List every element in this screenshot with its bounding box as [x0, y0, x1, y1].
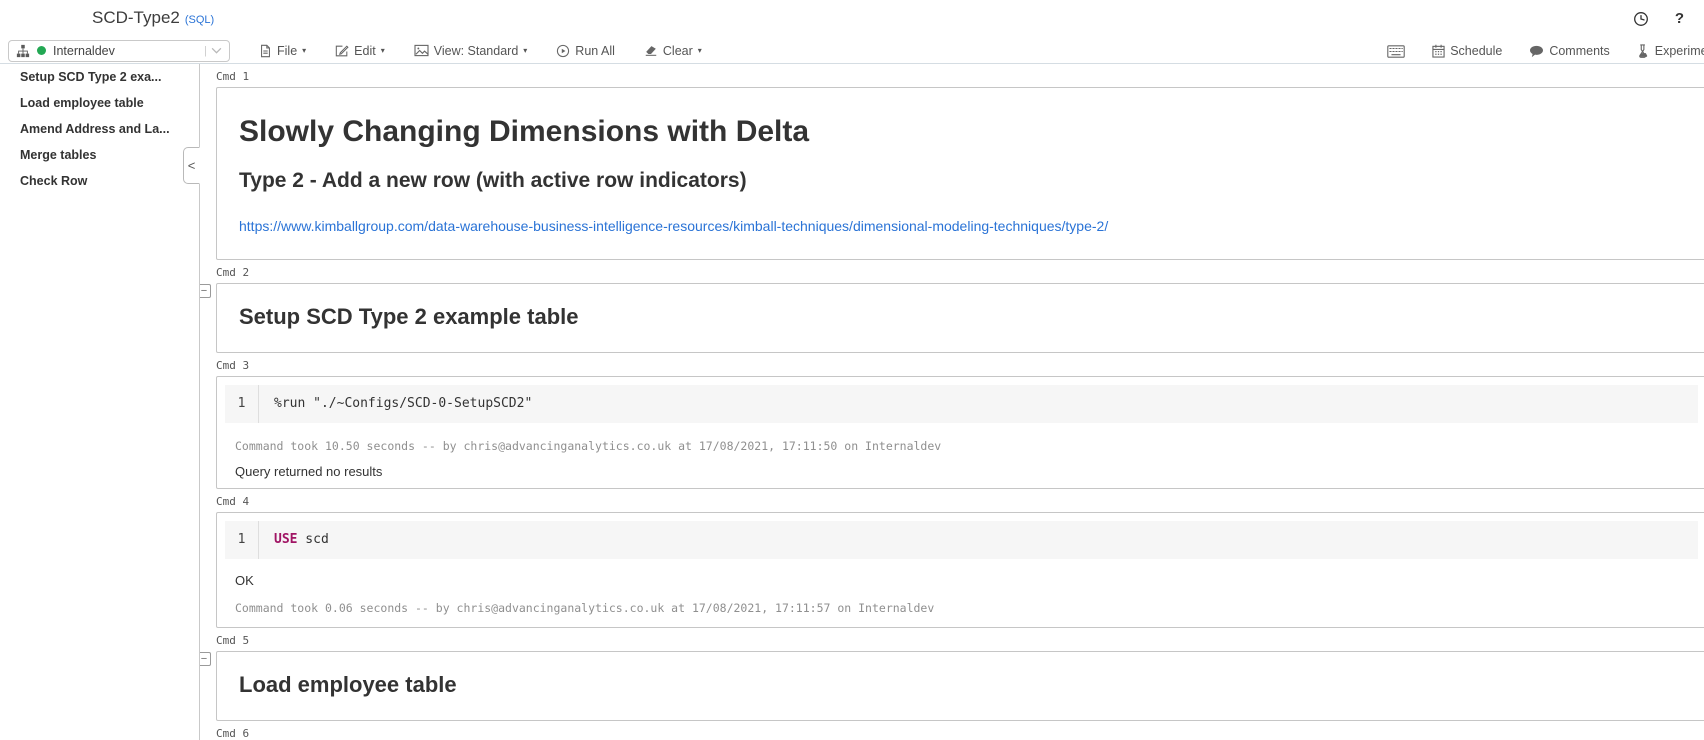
experiment-button[interactable]: Experiment — [1637, 44, 1704, 58]
view-icon — [414, 44, 429, 57]
collapse-section-icon[interactable]: − — [200, 652, 211, 666]
experiment-label: Experiment — [1654, 44, 1704, 58]
markdown-cell-1[interactable]: Slowly Changing Dimensions with Delta Ty… — [216, 87, 1704, 260]
code-editor[interactable]: 1 USE scd — [225, 521, 1698, 559]
clock-icon[interactable] — [1633, 11, 1649, 27]
toc-item-load-employee[interactable]: Load employee table — [0, 90, 199, 116]
toc-item-setup-scd[interactable]: Setup SCD Type 2 exa... — [0, 64, 199, 90]
cluster-selector[interactable]: Internaldev | — [8, 39, 230, 62]
view-menu-label: View: Standard — [433, 43, 519, 58]
md-section-heading: Setup SCD Type 2 example table — [239, 304, 579, 329]
cluster-dropdown-caret[interactable]: | — [204, 45, 222, 57]
view-menu[interactable]: View: Standard ▾ — [414, 43, 528, 58]
markdown-cell-2[interactable]: − Setup SCD Type 2 example table — [200, 283, 1704, 353]
schedule-button[interactable]: Schedule — [1432, 44, 1502, 58]
run-all-label: Run All — [575, 43, 615, 58]
edit-menu[interactable]: Edit ▾ — [335, 44, 385, 58]
cmd-label-2: Cmd 2 — [216, 266, 250, 279]
clear-menu-label: Clear — [662, 43, 693, 58]
code-cell-3[interactable]: 1 %run "./~Configs/SCD-0-SetupSCD2" Comm… — [216, 376, 1704, 489]
cluster-name: Internaldev — [53, 43, 115, 58]
notebook-title[interactable]: SCD-Type2 — [92, 8, 180, 27]
cmd-label-4: Cmd 4 — [216, 495, 250, 508]
keyboard-shortcuts-icon[interactable] — [1387, 44, 1405, 58]
md-heading-1: Slowly Changing Dimensions with Delta — [239, 115, 810, 148]
markdown-cell-5[interactable]: − Load employee table — [200, 651, 1704, 721]
chevron-down-icon: ▾ — [302, 46, 307, 55]
clear-menu[interactable]: Clear ▾ — [644, 44, 702, 58]
experiment-flask-icon — [1637, 44, 1650, 58]
command-result: OK — [235, 573, 254, 588]
edit-icon — [335, 44, 349, 58]
toc-sidebar: Setup SCD Type 2 exa... Load employee ta… — [0, 64, 200, 740]
comments-button[interactable]: Comments — [1529, 44, 1610, 58]
schedule-label: Schedule — [1450, 44, 1503, 58]
kimballgroup-link[interactable]: https://www.kimballgroup.com/data-wareho… — [239, 218, 1688, 235]
notebook-language-badge: (SQL) — [184, 14, 215, 26]
file-menu-label: File — [277, 43, 298, 58]
collapse-section-icon[interactable]: − — [200, 284, 211, 298]
toc-item-check-row[interactable]: Check Row — [0, 168, 199, 194]
chevron-left-icon: < — [187, 158, 196, 173]
notebook-toolbar: Internaldev | File ▾ Edit ▾ View: Standa… — [0, 38, 1704, 64]
notebook-body: Cmd 1 Slowly Changing Dimensions with De… — [200, 64, 1704, 740]
line-number: 1 — [225, 385, 259, 423]
line-number: 1 — [225, 521, 259, 559]
edit-menu-label: Edit — [354, 43, 376, 58]
help-icon[interactable]: ? — [1675, 10, 1684, 27]
toc-item-merge-tables[interactable]: Merge tables — [0, 142, 199, 168]
cmd-label-3: Cmd 3 — [216, 359, 250, 372]
cluster-icon — [16, 44, 30, 58]
run-all-icon — [556, 44, 570, 58]
code-text[interactable]: %run "./~Configs/SCD-0-SetupSCD2" — [259, 385, 532, 423]
toc-item-amend-address[interactable]: Amend Address and La... — [0, 116, 199, 142]
cmd-label-6: Cmd 6 — [216, 727, 250, 740]
clear-icon — [644, 44, 658, 57]
command-status: Command took 0.06 seconds -- by chris@ad… — [235, 601, 935, 615]
sidebar-collapse-button[interactable]: < — [183, 147, 200, 184]
notebook-title-wrap: SCD-Type2 (SQL) — [92, 8, 214, 28]
chevron-down-icon: ▾ — [380, 46, 385, 55]
code-rest: scd — [297, 532, 329, 547]
command-status: Command took 10.50 seconds -- by chris@a… — [235, 439, 942, 453]
file-icon — [259, 44, 272, 58]
calendar-icon — [1432, 44, 1445, 58]
md-heading-2: Type 2 - Add a new row (with active row … — [239, 169, 747, 192]
notebook-header: SCD-Type2 (SQL) ? — [0, 0, 1704, 38]
cmd-label-5: Cmd 5 — [216, 634, 250, 647]
comments-label: Comments — [1549, 44, 1610, 58]
code-editor[interactable]: 1 %run "./~Configs/SCD-0-SetupSCD2" — [225, 385, 1698, 423]
command-result: Query returned no results — [235, 464, 383, 479]
code-text[interactable]: USE scd — [259, 521, 329, 559]
cmd-label-1: Cmd 1 — [216, 70, 250, 83]
md-section-heading: Load employee table — [239, 672, 457, 697]
chevron-down-icon: ▾ — [697, 46, 702, 55]
code-cell-4[interactable]: 1 USE scd OK Command took 0.06 seconds -… — [216, 512, 1704, 628]
cluster-status-dot — [37, 46, 46, 55]
chevron-down-icon: ▾ — [523, 46, 528, 55]
file-menu[interactable]: File ▾ — [259, 44, 306, 58]
sql-keyword: USE — [274, 532, 298, 547]
comments-icon — [1529, 45, 1544, 58]
run-all-button[interactable]: Run All — [556, 44, 615, 58]
